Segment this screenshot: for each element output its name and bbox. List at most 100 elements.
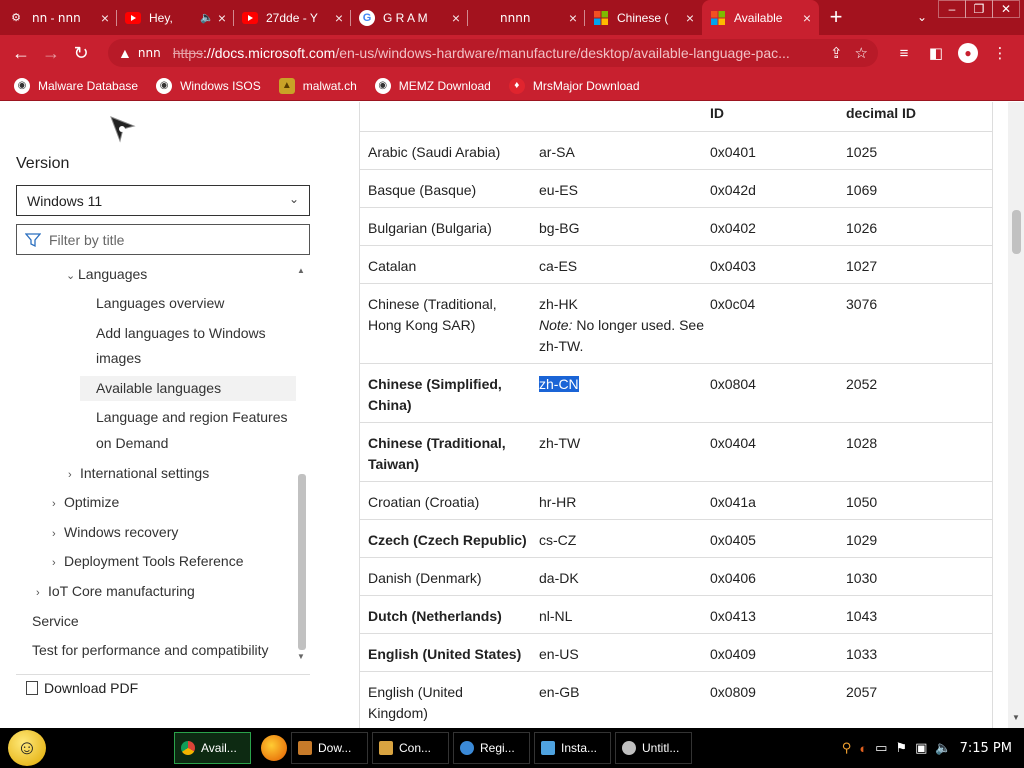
back-arrow-icon[interactable]: ← (6, 38, 36, 68)
toc-item-optimize[interactable]: › Optimize (52, 490, 119, 517)
bookmark-star-icon[interactable]: ☆ (855, 44, 868, 62)
close-icon[interactable]: × (335, 10, 343, 26)
toolbar-actions: ≡ ◧ ● ⋮ (888, 38, 1016, 68)
tab-7-active[interactable]: Available × (702, 0, 819, 35)
tab-title: Chinese ( (617, 10, 669, 25)
toc-scrollbar[interactable]: ▲ ▼ (296, 262, 308, 668)
browser-toolbar: ← → ↻ ▲ 𝗇𝗇𝗇 https://docs.microsoft.com/e… (0, 35, 1024, 71)
toc-item-deployment-tools[interactable]: › Deployment Tools Reference (52, 549, 244, 576)
reload-icon[interactable]: ↻ (66, 38, 96, 68)
close-icon[interactable]: × (452, 10, 460, 26)
share-icon[interactable]: ⇪ (830, 44, 843, 62)
filter-input[interactable]: Filter by title (16, 224, 310, 255)
clock[interactable]: 7:15 PM (960, 741, 1012, 756)
site-security-label[interactable]: 𝗇𝗇𝗇 (138, 46, 161, 60)
bookmark-malware-database[interactable]: ◉ Malware Database (14, 77, 138, 94)
toc-item-language-region-fod[interactable]: Language and region Features (96, 405, 287, 430)
profile-avatar-icon[interactable]: ● (958, 43, 978, 63)
scroll-up-icon[interactable]: ▲ (297, 266, 305, 275)
toc-item-add-languages-cont[interactable]: images (96, 346, 141, 371)
taskbar-installer[interactable]: Insta... (534, 732, 611, 764)
minimize-icon[interactable]: – (938, 0, 966, 18)
close-icon[interactable]: × (101, 10, 109, 26)
version-select[interactable]: Windows 11 ⌄ (16, 185, 310, 216)
toc-label: Windows recovery (64, 524, 179, 540)
close-icon[interactable]: × (803, 10, 811, 26)
bookmark-memz-download[interactable]: ◉ MEMZ Download (374, 77, 491, 94)
cell-language: Czech (Czech Republic) (368, 532, 527, 548)
cell-tag-selected[interactable]: zh-CN (539, 374, 579, 395)
cell-decimal: 1028 (846, 435, 878, 451)
close-window-icon[interactable]: ✕ (992, 0, 1020, 18)
toc-item-languages-overview[interactable]: Languages overview (96, 291, 224, 316)
scroll-down-icon[interactable]: ▼ (297, 652, 305, 661)
speaker-icon[interactable]: 🔈 (200, 11, 214, 24)
taskbar-downloads[interactable]: Dow... (291, 732, 368, 764)
table-row: Chinese (Traditional, Taiwan) zh-TW 0x04… (360, 423, 992, 482)
taskbar-chrome[interactable]: Avail... (174, 732, 251, 764)
taskbar-untitled[interactable]: Untitl... (615, 732, 692, 764)
bookmark-mrsmajor-download[interactable]: ♦ MrsMajor Download (508, 77, 640, 94)
firefox-icon[interactable] (261, 735, 287, 761)
menu-kebab-icon[interactable]: ⋮ (984, 38, 1016, 68)
new-tab-button[interactable]: + (819, 0, 853, 35)
filter-placeholder: Filter by title (49, 231, 125, 248)
blank-icon (476, 10, 492, 26)
flag-icon[interactable]: ⚑ (895, 740, 907, 756)
page-scroll-thumb[interactable] (1012, 210, 1021, 254)
keyboard-icon[interactable]: ▭ (875, 740, 887, 756)
close-icon[interactable]: × (218, 10, 226, 26)
toc-item-add-languages[interactable]: Add languages to Windows (96, 321, 266, 346)
tab-6[interactable]: Chinese ( × (585, 0, 702, 35)
page-scrollbar[interactable]: ▼ (1008, 102, 1024, 728)
address-bar[interactable]: ▲ 𝗇𝗇𝗇 https://docs.microsoft.com/en-us/w… (108, 39, 878, 67)
tab-5[interactable]: 𝗇𝗇𝗇𝗇 × (468, 0, 585, 35)
close-icon[interactable]: × (569, 10, 577, 26)
tab-search-chevron-icon[interactable]: ⌄ (905, 0, 939, 35)
warning-icon[interactable]: ▲ (118, 45, 132, 61)
bookmark-windows-isos[interactable]: ◉ Windows ISOS (156, 77, 261, 94)
download-pdf-link[interactable]: Download PDF (26, 680, 138, 696)
cell-language: English (United States) (368, 646, 522, 662)
toc-item-international-settings[interactable]: › International settings (68, 461, 209, 488)
volume-icon[interactable]: 🔈 (935, 740, 951, 756)
toc-item-available-languages[interactable]: Available languages (80, 376, 296, 401)
toc-item-iot-core[interactable]: › IoT Core manufacturing (36, 579, 195, 606)
restore-icon[interactable]: ❐ (965, 0, 993, 18)
toc-scroll-thumb[interactable] (298, 474, 306, 650)
cell-id: 0x0c04 (710, 296, 756, 312)
toc-item-language-region-fod-cont[interactable]: on Demand (96, 431, 168, 456)
bookmark-malwatch[interactable]: ▲ malwat.ch (278, 77, 357, 94)
forward-arrow-icon[interactable]: → (36, 38, 66, 68)
network-refresh-icon[interactable]: ◐ (859, 741, 867, 756)
cell-decimal: 1027 (846, 258, 878, 274)
cell-id: 0x0404 (710, 435, 756, 451)
start-smiley-icon[interactable]: ☺ (8, 730, 46, 766)
chevron-right-icon: › (36, 587, 40, 599)
bookmark-label: MrsMajor Download (532, 78, 640, 93)
task-label: Con... (399, 741, 432, 755)
url-text[interactable]: https://docs.microsoft.com/en-us/windows… (173, 45, 818, 61)
tab-2[interactable]: Hey, 🔈 × (117, 0, 234, 35)
tab-4[interactable]: G G R A M × (351, 0, 468, 35)
taskbar-registry[interactable]: Regi... (453, 732, 530, 764)
cell-decimal: 1026 (846, 220, 878, 236)
table-row: Chinese (Simplified, China) zh-CN 0x0804… (360, 364, 992, 423)
media-queue-icon[interactable]: ≡ (888, 38, 920, 68)
cell-tag: cs-CZ (539, 532, 577, 548)
tab-3[interactable]: 27dde - Y × (234, 0, 351, 35)
scroll-down-icon[interactable]: ▼ (1012, 713, 1020, 722)
close-icon[interactable]: × (686, 10, 694, 26)
toc-item-service[interactable]: Service (32, 609, 79, 634)
side-panel-icon[interactable]: ◧ (920, 38, 952, 68)
tab-1[interactable]: ⚙ 𝗇𝗇 - 𝗇𝗇𝗇 × (0, 0, 117, 35)
toc-item-languages[interactable]: ⌄ Languages (66, 262, 147, 289)
search-icon[interactable]: ⚲ (842, 740, 852, 756)
toc-item-windows-recovery[interactable]: › Windows recovery (52, 520, 178, 547)
globe-icon: ◉ (374, 77, 391, 94)
display-icon[interactable]: ▣ (915, 740, 927, 756)
task-label: Untitl... (642, 741, 680, 755)
cell-tag: bg-BG (539, 220, 580, 236)
toc-item-test-performance[interactable]: Test for performance and compatibility (32, 638, 269, 663)
taskbar-control-panel[interactable]: Con... (372, 732, 449, 764)
